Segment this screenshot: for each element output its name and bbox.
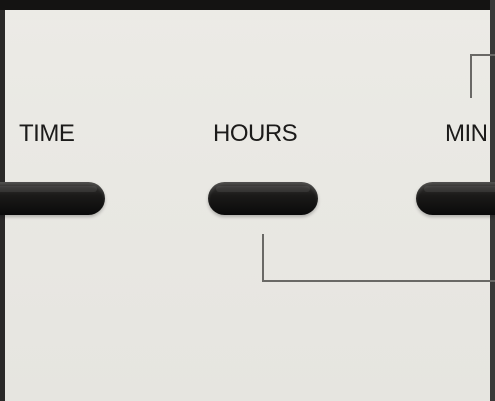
min-button[interactable] xyxy=(416,182,495,215)
min-label: MIN xyxy=(445,120,488,147)
upper-bracket-vertical-line xyxy=(470,54,472,98)
lower-bracket-horizontal-line xyxy=(262,280,495,282)
hours-button[interactable] xyxy=(208,182,318,215)
lower-bracket-vertical-line xyxy=(262,234,264,282)
upper-bracket-horizontal-line xyxy=(470,54,495,56)
hours-label: HOURS xyxy=(213,120,298,147)
device-panel: TIME HOURS MIN xyxy=(0,0,495,401)
time-label: TIME xyxy=(19,120,75,147)
time-button[interactable] xyxy=(0,182,105,215)
top-edge-bar xyxy=(0,0,495,10)
